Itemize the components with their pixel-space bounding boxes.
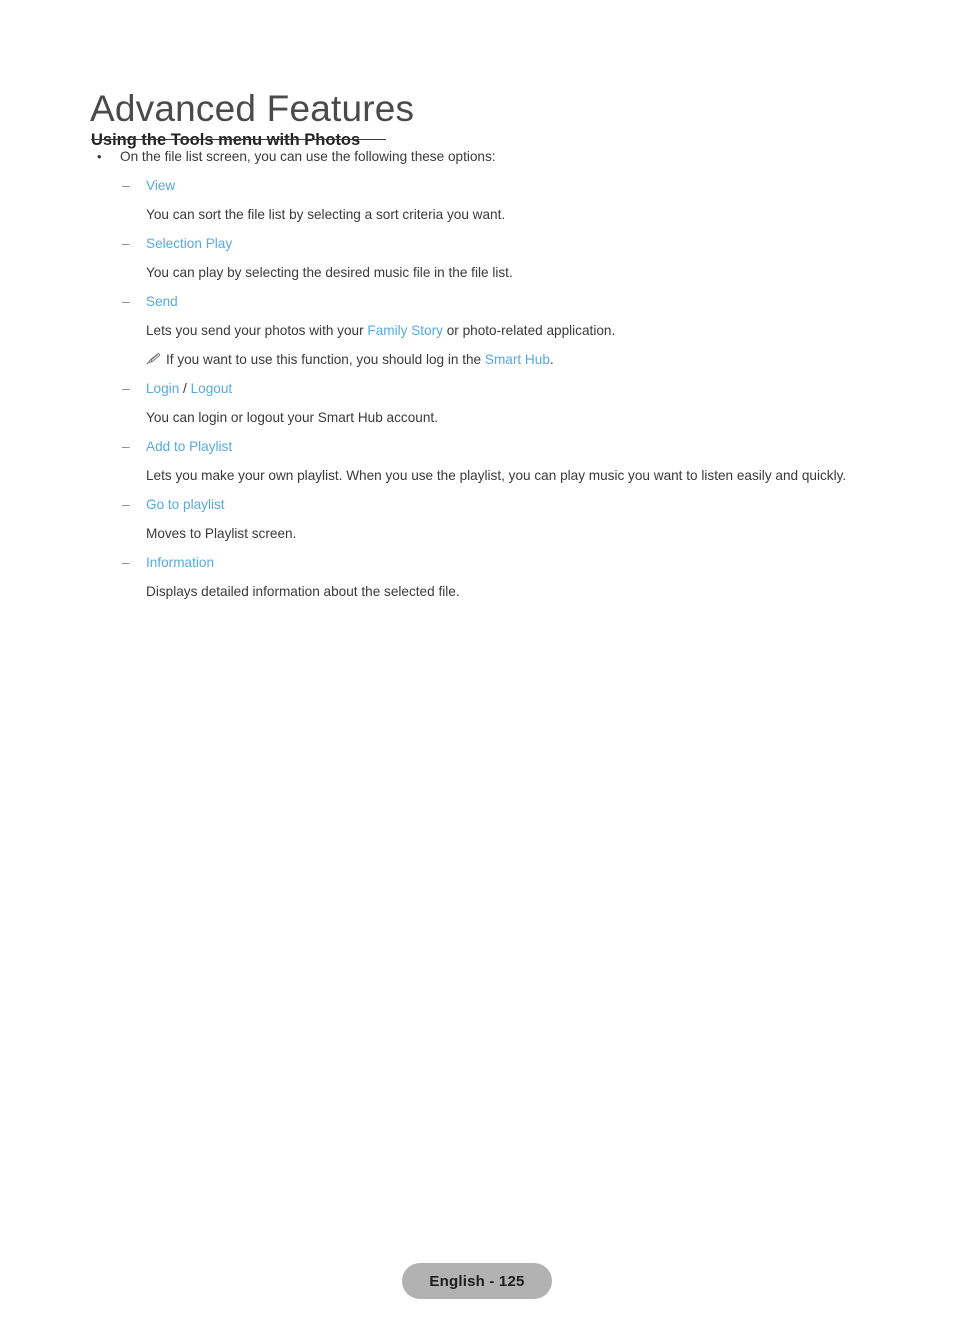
option-label-go-to-playlist[interactable]: Go to playlist: [146, 497, 225, 512]
send-desc-prefix: Lets you send your photos with your: [146, 323, 368, 338]
dash-marker: –: [122, 381, 130, 396]
option-description-go-to-playlist: Moves to Playlist screen.: [146, 526, 297, 541]
option-term-add-to-playlist[interactable]: – Add to Playlist: [0, 436, 954, 458]
option-description-selection-play: You can play by selecting the desired mu…: [146, 265, 513, 280]
option-description-information: Displays detailed information about the …: [146, 584, 460, 599]
dash-marker: –: [122, 555, 130, 570]
pencil-note-icon: [146, 350, 163, 372]
bullet-marker: •: [97, 149, 102, 164]
option-label-information[interactable]: Information: [146, 555, 214, 570]
dash-marker: –: [122, 497, 130, 512]
link-smart-hub[interactable]: Smart Hub: [485, 352, 550, 367]
option-description-view: You can sort the file list by selecting …: [146, 207, 506, 222]
page-footer-label: English - 125: [429, 1272, 525, 1290]
option-label-login[interactable]: Login: [146, 381, 179, 396]
option-term-login-logout[interactable]: – Login / Logout: [0, 378, 954, 400]
option-label-selection-play[interactable]: Selection Play: [146, 236, 232, 251]
term-separator: /: [179, 381, 191, 396]
content-body: • On the file list screen, you can use t…: [0, 146, 954, 603]
intro-bullet: • On the file list screen, you can use t…: [0, 146, 954, 168]
send-note-suffix: .: [549, 352, 554, 367]
option-description-add-to-playlist: Lets you make your own playlist. When yo…: [146, 468, 847, 483]
dash-marker: –: [122, 294, 130, 309]
option-term-selection-play[interactable]: – Selection Play: [0, 233, 954, 255]
option-label-logout[interactable]: Logout: [191, 381, 233, 396]
dash-marker: –: [122, 178, 130, 193]
page-footer-badge: English - 125: [402, 1263, 552, 1299]
send-desc-suffix: or photo-related application.: [442, 323, 616, 338]
send-note-prefix: If you want to use this function, you sh…: [166, 352, 485, 367]
option-label-add-to-playlist[interactable]: Add to Playlist: [146, 439, 232, 454]
link-family-story[interactable]: Family Story: [367, 323, 443, 338]
section-heading-underline: [91, 139, 386, 140]
option-note-send: If you want to use this function, you sh…: [0, 349, 954, 371]
option-term-view[interactable]: – View: [0, 175, 954, 197]
option-description-send: Lets you send your photos with your Fami…: [0, 320, 954, 342]
dash-marker: –: [122, 439, 130, 454]
option-term-go-to-playlist[interactable]: – Go to playlist: [0, 494, 954, 516]
option-label-send[interactable]: Send: [146, 294, 178, 309]
page-title: Advanced Features: [90, 87, 415, 129]
intro-bullet-text: On the file list screen, you can use the…: [120, 149, 496, 164]
option-label-view[interactable]: View: [146, 178, 175, 193]
option-term-send[interactable]: – Send: [0, 291, 954, 313]
page: Advanced Features Using the Tools menu w…: [0, 0, 954, 1342]
option-term-information[interactable]: – Information: [0, 552, 954, 574]
dash-marker: –: [122, 236, 130, 251]
option-description-login-logout: You can login or logout your Smart Hub a…: [146, 410, 438, 425]
